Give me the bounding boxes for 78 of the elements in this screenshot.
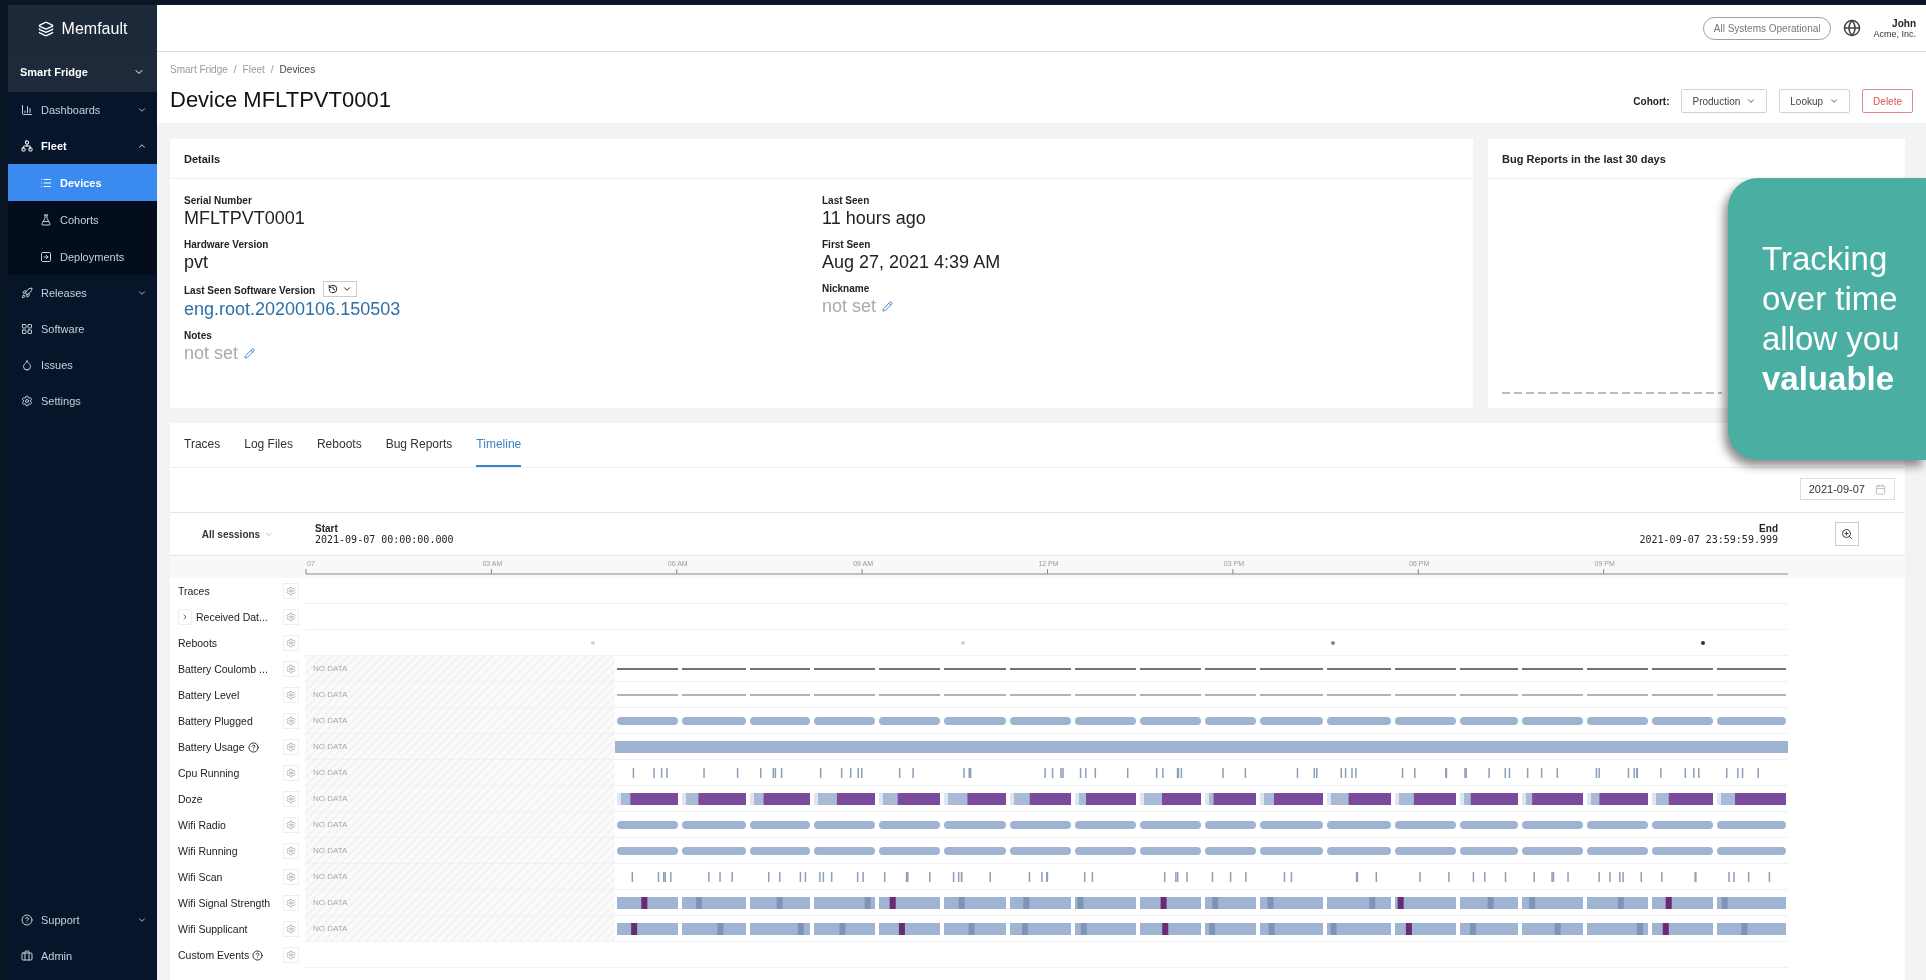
tab[interactable]: Bug Reports bbox=[385, 423, 453, 467]
no-data-label: NO DATA bbox=[313, 846, 348, 855]
tab[interactable]: Timeline bbox=[476, 423, 522, 467]
sidebar-subitem[interactable]: Cohorts bbox=[8, 201, 157, 238]
row-label: Reboots bbox=[178, 637, 218, 649]
sidebar-item[interactable]: Admin bbox=[8, 938, 157, 974]
sidebar-item[interactable]: Dashboards bbox=[8, 92, 157, 128]
field-value: not set bbox=[822, 296, 1459, 317]
row-label: Battery Level bbox=[178, 689, 240, 701]
tab[interactable]: Log Files bbox=[244, 423, 293, 467]
page-title: Device MFLTPVT0001 bbox=[170, 87, 391, 113]
breadcrumb-separator: / bbox=[270, 64, 274, 75]
field-value: Aug 27, 2021 4:39 AM bbox=[822, 252, 1002, 273]
no-data-label: NO DATA bbox=[313, 794, 348, 803]
row-label: Custom Events bbox=[178, 949, 250, 961]
callout-text: allow you bbox=[1762, 319, 1901, 359]
lookup-dropdown[interactable]: Lookup bbox=[1779, 89, 1851, 113]
field-label: First Seen bbox=[822, 239, 871, 250]
sidebar-item[interactable]: Issues bbox=[8, 347, 157, 383]
no-data-label: NO DATA bbox=[313, 768, 348, 777]
callout-text: Tracking bbox=[1762, 239, 1889, 279]
callout-text: over time bbox=[1762, 279, 1899, 319]
row-label: Received Dat... bbox=[196, 611, 268, 623]
sessions-dropdown[interactable]: All sessions bbox=[201, 528, 274, 540]
row-label: Doze bbox=[178, 793, 203, 805]
cohort-label: Cohort: bbox=[1633, 95, 1670, 107]
sidebar-item[interactable]: Releases bbox=[8, 275, 157, 311]
row-label: Wifi Running bbox=[178, 845, 238, 857]
field-label: Last Seen Software Version bbox=[184, 284, 316, 296]
start-label: Start bbox=[315, 523, 338, 534]
field-label: Last Seen bbox=[822, 195, 870, 206]
sidebar-item[interactable]: Fleet bbox=[8, 128, 157, 164]
cohort-dropdown[interactable]: Production bbox=[1681, 89, 1768, 113]
row-label: Wifi Signal Strength bbox=[178, 897, 271, 909]
user-name: John bbox=[1892, 17, 1916, 29]
logo[interactable]: Memfault bbox=[8, 5, 157, 52]
callout-text: valuable bbox=[1762, 359, 1896, 399]
no-data-label: NO DATA bbox=[313, 924, 348, 933]
no-data-label: NO DATA bbox=[313, 716, 348, 725]
no-data-label: NO DATA bbox=[313, 820, 348, 829]
no-data-label: NO DATA bbox=[313, 898, 348, 907]
delete-button[interactable]: Delete bbox=[1862, 89, 1913, 113]
tab[interactable]: Reboots bbox=[316, 423, 362, 467]
no-data-label: NO DATA bbox=[313, 690, 348, 699]
field-value: 11 hours ago bbox=[822, 208, 927, 229]
tab[interactable]: Traces bbox=[184, 423, 221, 467]
field-label: Serial Number bbox=[184, 195, 252, 206]
field-value: not set bbox=[184, 343, 822, 364]
field-label: Nickname bbox=[822, 283, 870, 294]
sidebar-item[interactable]: Software bbox=[8, 311, 157, 347]
field-label: Hardware Version bbox=[184, 239, 269, 250]
row-label: Wifi Radio bbox=[178, 819, 226, 831]
no-data-label: NO DATA bbox=[313, 742, 348, 751]
no-data-label: NO DATA bbox=[313, 664, 348, 673]
row-label: Wifi Supplicant bbox=[178, 923, 248, 935]
row-label: Battery Plugged bbox=[178, 715, 253, 727]
no-data-label: NO DATA bbox=[313, 872, 348, 881]
row-label: Traces bbox=[178, 585, 210, 597]
field-value: MFLTPVT0001 bbox=[184, 208, 306, 229]
date-field[interactable]: 2021-09-07 bbox=[1799, 478, 1895, 500]
row-label: Battery Usage bbox=[178, 741, 245, 753]
org-name: Acme, Inc. bbox=[1873, 28, 1916, 39]
breadcrumb-separator: / bbox=[233, 64, 237, 75]
sidebar-subitem[interactable]: Deployments bbox=[8, 238, 157, 275]
breadcrumb-current: Devices bbox=[279, 64, 316, 75]
field-label: Notes bbox=[184, 330, 212, 341]
version-link[interactable]: eng.root.20200106.150503 bbox=[184, 299, 822, 320]
row-label: Battery Coulomb ... bbox=[178, 663, 268, 675]
end-time: 2021-09-07 23:59:59.999 bbox=[1639, 534, 1778, 545]
sidebar-item[interactable]: Settings bbox=[8, 383, 157, 419]
row-label: Cpu Running bbox=[178, 767, 240, 779]
sidebar-item[interactable]: Support bbox=[8, 902, 157, 938]
card-title: Details bbox=[170, 139, 1473, 179]
end-label: End bbox=[1759, 523, 1778, 534]
row-label: Wifi Scan bbox=[178, 871, 223, 883]
field-value: pvt bbox=[184, 252, 209, 273]
start-time: 2021-09-07 00:00:00.000 bbox=[315, 534, 454, 545]
project-selector[interactable]: Smart Fridge bbox=[8, 52, 157, 92]
